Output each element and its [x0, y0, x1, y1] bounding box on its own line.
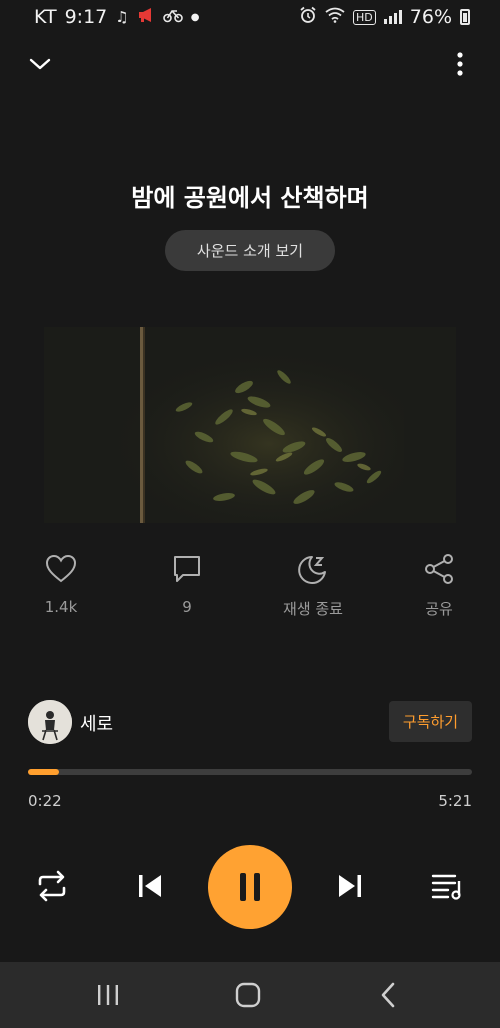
home-button[interactable] — [218, 962, 278, 1028]
progress-bar[interactable] — [28, 769, 472, 775]
progress-fill — [28, 769, 59, 775]
sleep-timer-action[interactable]: 재생 종료 — [268, 552, 358, 619]
signal-icon — [383, 10, 402, 24]
back-button[interactable] — [358, 962, 418, 1028]
chevron-down-icon — [29, 58, 51, 70]
system-nav-bar — [0, 962, 500, 1028]
artist-name[interactable]: 세로 — [80, 710, 113, 736]
status-bar-left: KT 9:17 ♫ ● — [34, 6, 199, 28]
artist-avatar[interactable] — [28, 700, 72, 744]
next-button[interactable] — [330, 866, 370, 906]
battery-icon — [460, 9, 470, 25]
repeat-icon — [38, 870, 66, 902]
bike-icon — [162, 7, 183, 27]
collapse-button[interactable] — [26, 50, 54, 78]
share-label: 공유 — [425, 600, 453, 618]
comment-count: 9 — [182, 598, 192, 616]
playlist-icon — [431, 874, 461, 900]
status-bar-right: HD 76% — [299, 6, 470, 28]
like-action[interactable]: 1.4k — [16, 552, 106, 616]
pause-button[interactable] — [208, 845, 292, 929]
megaphone-icon — [137, 7, 155, 27]
track-artwork — [44, 327, 456, 523]
previous-button[interactable] — [130, 866, 170, 906]
back-icon — [381, 982, 395, 1008]
current-time: 0:22 — [28, 792, 62, 810]
skip-previous-icon — [139, 875, 161, 897]
sleep-timer-label: 재생 종료 — [283, 600, 343, 618]
playlist-button[interactable] — [428, 866, 468, 906]
more-vertical-icon — [457, 52, 463, 76]
avatar-image — [28, 700, 72, 744]
subscribe-button[interactable]: 구독하기 — [389, 701, 472, 742]
heart-icon — [45, 554, 77, 583]
hd-voice-icon: HD — [353, 9, 376, 25]
share-icon — [425, 554, 453, 584]
status-bar: KT 9:17 ♫ ● HD 76% — [0, 0, 500, 36]
recent-apps-icon — [98, 985, 118, 1005]
like-count: 1.4k — [44, 598, 78, 616]
home-icon — [235, 982, 261, 1008]
clock: 9:17 — [64, 6, 108, 28]
battery-percent: 76% — [409, 6, 452, 28]
alarm-icon — [299, 6, 317, 28]
pause-icon — [240, 873, 260, 901]
wifi-icon — [325, 7, 345, 27]
moon-sleep-icon — [298, 556, 326, 584]
comment-action[interactable]: 9 — [142, 552, 232, 616]
carrier-label: KT — [34, 6, 57, 28]
repeat-button[interactable] — [32, 866, 72, 906]
share-action[interactable]: 공유 — [394, 552, 484, 619]
notification-dot-icon: ● — [190, 11, 200, 23]
more-options-button[interactable] — [450, 50, 470, 78]
comment-icon — [174, 556, 200, 582]
music-note-icon: ♫ — [115, 8, 129, 26]
skip-next-icon — [339, 875, 361, 897]
sound-intro-button[interactable]: 사운드 소개 보기 — [165, 230, 335, 271]
recent-apps-button[interactable] — [78, 962, 138, 1028]
total-time: 5:21 — [438, 792, 472, 810]
artwork-image — [44, 327, 456, 523]
track-title: 밤에 공원에서 산책하며 — [131, 184, 369, 212]
